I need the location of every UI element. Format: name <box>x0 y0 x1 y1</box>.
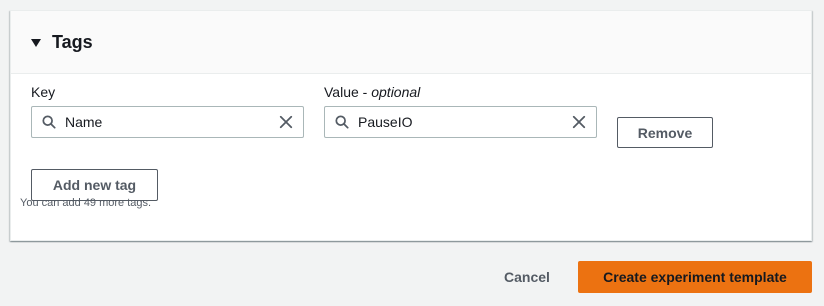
key-field[interactable] <box>31 106 304 138</box>
tags-panel-header[interactable]: Tags <box>11 11 811 74</box>
clear-icon[interactable] <box>572 115 586 129</box>
optional-label: optional <box>371 84 421 100</box>
search-icon <box>335 115 349 129</box>
cancel-button[interactable]: Cancel <box>494 262 560 292</box>
create-experiment-template-button[interactable]: Create experiment template <box>578 261 812 293</box>
key-input[interactable] <box>65 107 279 137</box>
caret-down-icon[interactable] <box>31 38 41 47</box>
value-field[interactable] <box>324 106 597 138</box>
clear-icon[interactable] <box>279 115 293 129</box>
tags-remaining-hint: You can add 49 more tags. <box>20 197 152 209</box>
value-input[interactable] <box>358 107 572 137</box>
search-icon <box>42 115 56 129</box>
key-label: Key <box>31 84 56 100</box>
remove-button[interactable]: Remove <box>617 117 713 148</box>
value-label: Value - optional <box>324 84 421 100</box>
panel-title: Tags <box>52 31 93 52</box>
